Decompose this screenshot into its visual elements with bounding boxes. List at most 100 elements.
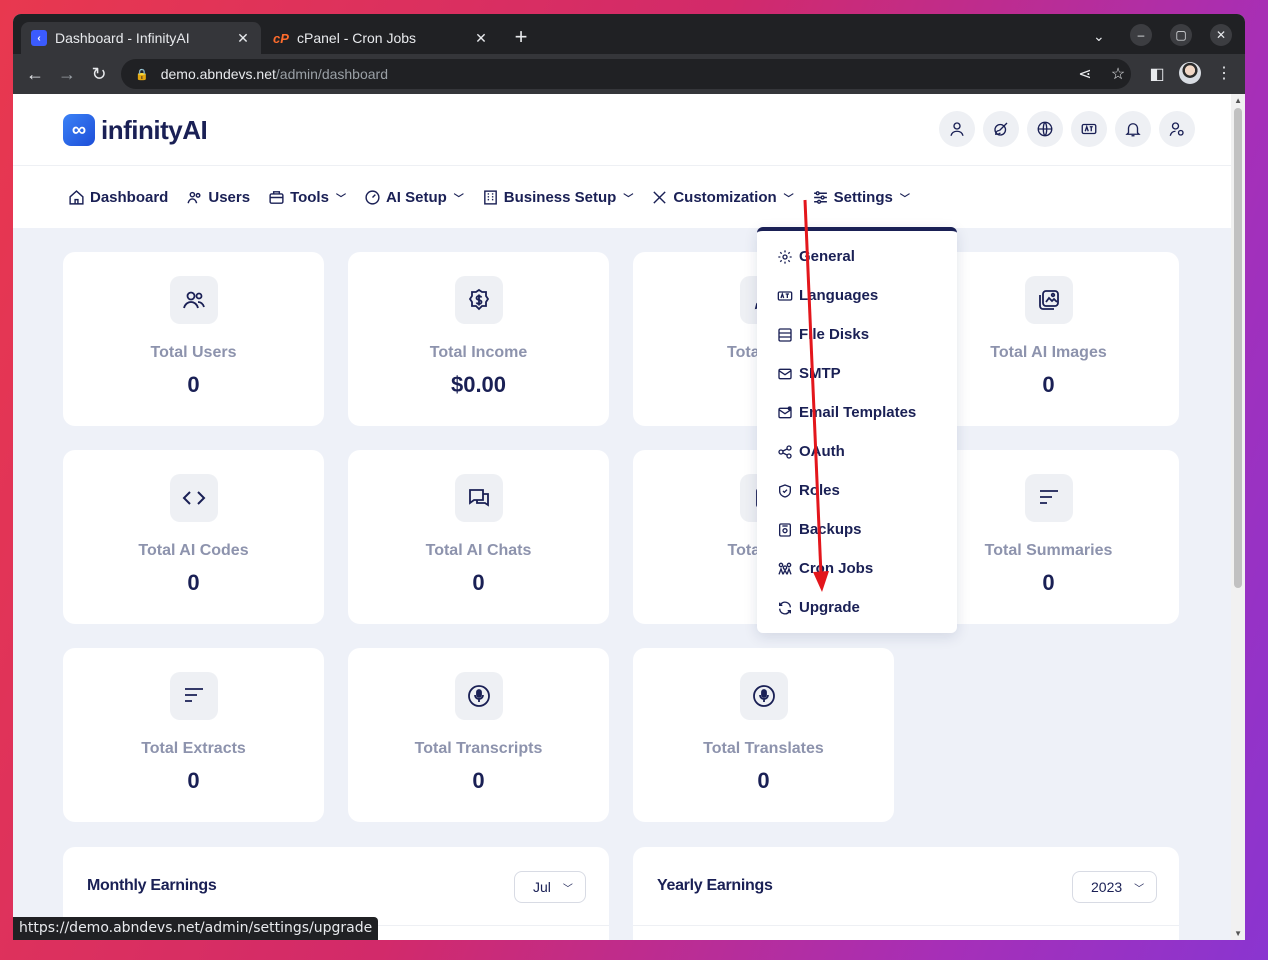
stat-label: Total AI Chats [425, 542, 532, 559]
menu-item-label: OAuth [799, 443, 845, 460]
menu-item-label: Cron Jobs [799, 560, 874, 577]
maximize-button[interactable]: ▢ [1170, 24, 1192, 46]
mic-icon [739, 672, 788, 720]
chevron-down-icon: ﹀ [899, 193, 910, 205]
stat-label: Total Users [150, 344, 237, 361]
menu-item-general[interactable]: General [777, 248, 855, 265]
menu-item-roles[interactable]: Roles [777, 482, 840, 499]
nav-label: Users [208, 188, 251, 206]
stat-value: 0 [472, 768, 485, 793]
chevron-down-icon: ﹀ [335, 193, 346, 205]
stat-card-total-income: Total Income $0.00 [348, 252, 609, 426]
code-icon [169, 474, 218, 522]
close-icon[interactable]: ✕ [235, 30, 251, 47]
main-nav: Dashboard Users Tools ﹀ AI Setup ﹀ Busines… [13, 166, 1245, 228]
window-close-button[interactable]: ✕ [1210, 24, 1232, 46]
menu-item-backups[interactable]: Backups [777, 521, 862, 538]
nav-tools[interactable]: Tools ﹀ [268, 189, 346, 206]
mic-icon [454, 672, 503, 720]
nav-label: Tools [290, 188, 329, 206]
back-button[interactable]: ← [25, 64, 45, 84]
stat-value: 0 [187, 372, 200, 397]
building-icon [483, 189, 497, 205]
menu-item-languages[interactable]: Languages [777, 287, 878, 304]
menu-item-file-disks[interactable]: File Disks [777, 326, 869, 343]
panel-title: Yearly Earnings [657, 877, 773, 894]
lock-icon: 🔒 [135, 68, 149, 81]
menu-item-label: Roles [799, 482, 840, 499]
tab-cpanel[interactable]: cP cPanel - Cron Jobs ✕ [263, 22, 499, 54]
month-select[interactable]: Jul ﹀ [514, 871, 586, 903]
user-settings-icon[interactable] [1159, 111, 1195, 147]
chevron-down-icon: ﹀ [453, 193, 464, 205]
cpanel-favicon-icon: cP [273, 30, 289, 46]
nav-label: Settings [833, 188, 893, 206]
menu-item-label: SMTP [799, 365, 841, 382]
close-icon[interactable]: ✕ [473, 30, 489, 47]
nav-customization[interactable]: Customization ﹀ [651, 189, 794, 206]
user-icon[interactable] [939, 111, 975, 147]
address-bar[interactable]: 🔒 demo.abndevs.net/admin/dashboard [121, 59, 1131, 89]
side-panel-icon[interactable]: ◧ [1147, 64, 1167, 84]
menu-item-oauth[interactable]: OAuth [777, 443, 845, 460]
brush-icon[interactable] [983, 111, 1019, 147]
bell-icon[interactable] [1115, 111, 1151, 147]
tab-title: Dashboard - InfinityAI [55, 30, 190, 46]
minimize-button[interactable]: – [1130, 24, 1152, 46]
dollar-icon [454, 276, 503, 324]
globe-icon[interactable] [1027, 111, 1063, 147]
menu-item-label: General [799, 248, 855, 265]
menu-item-cron-jobs[interactable]: Cron Jobs [777, 560, 873, 577]
stat-label: Total AI Images [990, 344, 1107, 361]
menu-item-upgrade[interactable]: Upgrade [777, 599, 860, 616]
nav-users[interactable]: Users [186, 189, 250, 206]
nav-label: Dashboard [90, 188, 169, 206]
menu-item-label: Backups [799, 521, 862, 538]
menu-item-label: File Disks [799, 326, 870, 343]
site-logo[interactable]: ∞ infinityAI [63, 114, 208, 146]
nav-ai-setup[interactable]: AI Setup ﹀ [364, 189, 464, 206]
menu-item-smtp[interactable]: SMTP [777, 365, 841, 382]
scroll-down-arrow-icon[interactable]: ▼ [1234, 929, 1242, 938]
mail-template-icon [778, 405, 792, 418]
share-icon[interactable]: ⋖ [1075, 64, 1095, 84]
forward-button[interactable]: → [57, 64, 77, 84]
lines-icon [1024, 474, 1073, 522]
toolbar: ← → ↻ 🔒 demo.abndevs.net/admin/dashboard… [13, 54, 1245, 94]
reload-button[interactable]: ↻ [89, 64, 109, 84]
stat-card-total-transcripts: Total Transcripts 0 [348, 648, 609, 822]
language-icon[interactable] [1071, 111, 1107, 147]
nav-dashboard[interactable]: Dashboard [68, 189, 168, 206]
stat-label: Total Income [429, 344, 528, 361]
stat-value: 0 [1042, 372, 1055, 397]
year-select[interactable]: 2023 ﹀ [1072, 871, 1158, 903]
share-icon [778, 444, 792, 459]
nav-business-setup[interactable]: Business Setup ﹀ [482, 189, 633, 206]
stat-label: Total Extracts [141, 740, 246, 757]
scroll-thumb[interactable] [1234, 108, 1242, 588]
scroll-up-arrow-icon[interactable]: ▲ [1234, 96, 1242, 105]
tab-title: cPanel - Cron Jobs [297, 30, 417, 46]
page-content: ∞ infinityAI Dashboard Users Tools ﹀ AI … [13, 94, 1245, 940]
menu-item-email-templates[interactable]: Email Templates [777, 404, 916, 421]
tab-dashboard[interactable]: ‹ Dashboard - InfinityAI ✕ [21, 22, 261, 54]
menu-kebab-icon[interactable]: ⋮ [1216, 63, 1232, 83]
tab-search-chevron-icon[interactable]: ⌄ [1093, 28, 1105, 45]
page-scrollbar[interactable]: ▲ ▼ [1231, 94, 1245, 940]
stat-label: Total Translates [703, 740, 824, 757]
stat-label: Total Transcripts [414, 740, 543, 757]
stat-label: Total Summaries [984, 542, 1113, 559]
chevron-down-icon: ﹀ [562, 883, 573, 895]
cron-icon [778, 562, 792, 575]
stat-label: Total AI Codes [138, 542, 249, 559]
bookmark-star-icon[interactable]: ☆ [1108, 64, 1128, 84]
url-path: /admin/dashboard [275, 66, 388, 82]
panel-title: Monthly Earnings [87, 877, 217, 894]
chat-icon [454, 474, 503, 522]
divider [633, 925, 1179, 926]
new-tab-button[interactable]: + [509, 26, 533, 48]
lines-icon [169, 672, 218, 720]
chevron-down-icon: ﹀ [1134, 883, 1145, 895]
profile-avatar[interactable] [1179, 62, 1201, 84]
nav-settings[interactable]: Settings ﹀ [812, 189, 910, 206]
